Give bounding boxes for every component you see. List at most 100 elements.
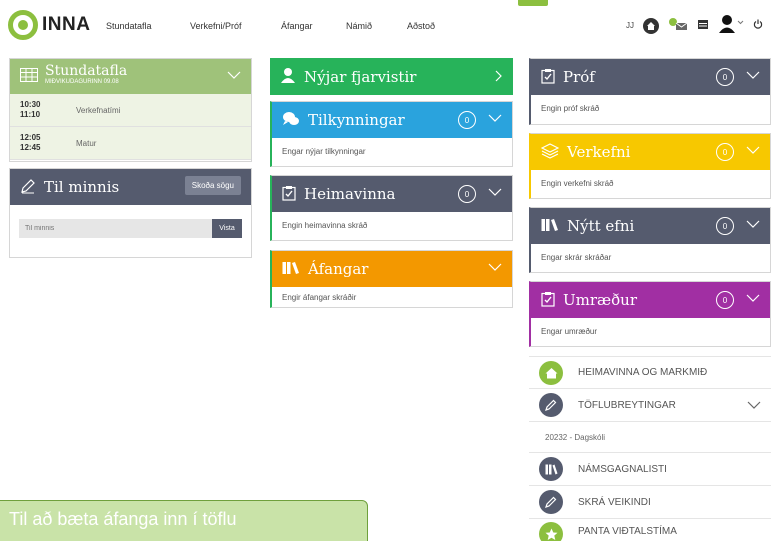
heimavinna-panel: Heimavinna 0 Engin heimavinna skráð xyxy=(270,175,513,241)
tooltip-callout: Til að bæta áfanga inn í töflu xyxy=(0,500,368,541)
tilkynningar-empty: Engar nýjar tilkynningar xyxy=(282,147,366,156)
afangar-empty: Engir áfangar skráðir xyxy=(282,293,357,302)
prof-panel: Próf 0 Engin próf skráð xyxy=(529,58,771,125)
home-icon xyxy=(539,360,563,385)
schedule-start: 12:05 xyxy=(20,133,41,142)
chevron-down-icon[interactable] xyxy=(746,293,760,306)
menu-label: HEIMAVINNA OG MARKMIÐ xyxy=(578,367,708,378)
books-icon xyxy=(539,457,563,481)
star-icon xyxy=(539,522,563,541)
chevron-down-icon[interactable] xyxy=(488,113,502,126)
stundatafla-header[interactable]: Stundatafla MIÐVIKUDAGURINN 09.08 xyxy=(10,59,251,94)
chat-icon xyxy=(282,111,300,130)
count-badge: 0 xyxy=(458,111,476,129)
menu-sub-label: 20232 - Dagskóli xyxy=(545,432,606,442)
stundatafla-panel: Stundatafla MIÐVIKUDAGURINN 09.08 10:30 1… xyxy=(9,58,252,162)
pen-icon xyxy=(539,490,563,514)
logo-text: INNA xyxy=(42,14,91,35)
afangar-header[interactable]: Áfangar xyxy=(272,251,512,287)
verkefni-header[interactable]: Verkefni 0 xyxy=(531,134,770,170)
til-minnis-header: Til minnis Skoða sögu xyxy=(10,169,251,205)
schedule-end: 12:45 xyxy=(20,143,41,152)
menu-skra-veikindi[interactable]: SKRÁ VEIKINDI xyxy=(529,486,771,519)
count-badge: 0 xyxy=(716,143,734,161)
clipboard-check-icon xyxy=(541,68,555,87)
heimavinna-header[interactable]: Heimavinna 0 xyxy=(272,176,512,212)
nyjar-fjarvistir-title: Nýjar fjarvistir xyxy=(304,67,417,86)
menu-namsgagnalisti[interactable]: NÁMSGAGNALISTI xyxy=(529,453,771,486)
tooltip-text: Til að bæta áfanga inn í töflu xyxy=(9,509,237,529)
menu-label: SKRÁ VEIKINDI xyxy=(578,496,651,508)
books-icon xyxy=(282,261,300,278)
top-bar: INNA Stundatafla Verkefni/Próf Áfangar N… xyxy=(0,0,771,50)
nav-verkefni-prof[interactable]: Verkefni/Próf xyxy=(190,21,242,31)
nav-namid[interactable]: Námið xyxy=(346,21,372,31)
stundatafla-title: Stundatafla xyxy=(45,62,128,79)
til-minnis-panel: Til minnis Skoða sögu Vista xyxy=(9,168,252,258)
count-badge: 0 xyxy=(716,217,734,235)
nav-stundatafla[interactable]: Stundatafla xyxy=(106,21,152,31)
save-button[interactable]: Vista xyxy=(212,219,242,238)
menu-heimavinna-markmid[interactable]: HEIMAVINNA OG MARKMIÐ xyxy=(529,356,771,389)
verkefni-panel: Verkefni 0 Engin verkefni skráð xyxy=(529,133,771,199)
table-grid-icon xyxy=(20,68,38,85)
history-button[interactable]: Skoða sögu xyxy=(184,176,241,195)
menu-toflubreytingar[interactable]: TÖFLUBREYTINGAR xyxy=(529,389,771,422)
layers-icon xyxy=(540,142,560,162)
home-icon[interactable] xyxy=(643,17,659,34)
clipboard-check-icon xyxy=(541,291,555,310)
calendar-icon[interactable] xyxy=(697,18,709,33)
verkefni-empty: Engin verkefni skráð xyxy=(541,179,614,188)
menu-label: TÖFLUBREYTINGAR xyxy=(578,399,676,411)
books-icon xyxy=(541,218,559,235)
menu-label: PANTA VIÐTALSTÍMA xyxy=(578,526,677,537)
chevron-down-icon[interactable] xyxy=(747,400,761,413)
afangar-title: Áfangar xyxy=(308,260,369,278)
power-icon[interactable] xyxy=(753,19,763,32)
user-icon[interactable] xyxy=(718,14,744,37)
menu-dagskoli[interactable]: 20232 - Dagskóli xyxy=(529,422,771,453)
tilkynningar-title: Tilkynningar xyxy=(308,111,405,129)
chevron-down-icon[interactable] xyxy=(488,262,502,275)
count-badge: 0 xyxy=(458,185,476,203)
umraedur-header[interactable]: Umræður 0 xyxy=(531,282,770,318)
pen-icon xyxy=(539,393,563,417)
prof-empty: Engin próf skráð xyxy=(541,104,600,113)
menu-label: NÁMSGAGNALISTI xyxy=(578,463,667,475)
nav-afangar[interactable]: Áfangar xyxy=(281,21,313,31)
nyjar-fjarvistir-panel[interactable]: Nýjar fjarvistir xyxy=(270,58,513,95)
logo-icon xyxy=(8,10,38,40)
schedule-row[interactable]: 10:30 11:10 Verkefnatími xyxy=(10,94,251,127)
umraedur-title: Umræður xyxy=(563,291,637,309)
verkefni-title: Verkefni xyxy=(567,143,631,161)
chevron-down-icon[interactable] xyxy=(488,187,502,200)
memo-input[interactable] xyxy=(19,219,212,238)
chevron-right-icon[interactable] xyxy=(493,70,503,85)
nav-adstod[interactable]: Aðstoð xyxy=(407,21,435,31)
nytt-efni-title: Nýtt efni xyxy=(567,217,635,235)
tilkynningar-panel: Tilkynningar 0 Engar nýjar tilkynningar xyxy=(270,101,513,167)
top-green-tab xyxy=(518,0,548,6)
user-initials: JJ xyxy=(626,21,634,30)
clipboard-check-icon xyxy=(282,185,296,204)
heimavinna-title: Heimavinna xyxy=(304,185,396,203)
til-minnis-title: Til minnis xyxy=(44,178,120,196)
prof-title: Próf xyxy=(563,68,595,86)
prof-header[interactable]: Próf 0 xyxy=(531,59,770,95)
afangar-panel: Áfangar Engir áfangar skráðir xyxy=(270,250,513,308)
schedule-name: Matur xyxy=(76,138,97,148)
schedule-row[interactable]: 12:05 12:45 Matur xyxy=(10,127,251,160)
tilkynningar-header[interactable]: Tilkynningar 0 xyxy=(272,102,512,138)
menu-panta-vidtalstima[interactable]: PANTA VIÐTALSTÍMA xyxy=(529,519,771,541)
nytt-efni-header[interactable]: Nýtt efni 0 xyxy=(531,208,770,244)
pen-icon xyxy=(20,178,36,197)
chevron-down-icon[interactable] xyxy=(746,145,760,158)
messages-icon[interactable] xyxy=(668,17,688,34)
chevron-down-icon[interactable] xyxy=(227,70,241,83)
nytt-efni-panel: Nýtt efni 0 Engar skrár skráðar xyxy=(529,207,771,273)
chevron-down-icon[interactable] xyxy=(746,70,760,83)
schedule-start: 10:30 xyxy=(20,100,41,109)
nytt-efni-empty: Engar skrár skráðar xyxy=(541,253,612,262)
chevron-down-icon[interactable] xyxy=(746,219,760,232)
inna-logo[interactable]: INNA xyxy=(8,10,90,40)
